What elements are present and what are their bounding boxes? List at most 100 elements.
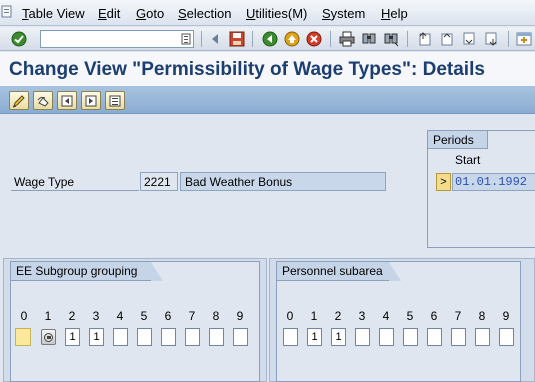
last-page-icon[interactable] bbox=[482, 30, 500, 48]
next-entry-icon[interactable] bbox=[81, 91, 101, 110]
periods-group-title: Periods bbox=[428, 131, 488, 149]
ee-subgroup-checkbox-field[interactable] bbox=[185, 328, 200, 346]
menu-label: ystem bbox=[330, 6, 366, 21]
personnel-subarea-column-label: 3 bbox=[358, 309, 366, 323]
value-help-icon[interactable] bbox=[41, 329, 56, 345]
personnel-subarea-column-label: 9 bbox=[502, 309, 510, 323]
personnel-subarea-column-label: 6 bbox=[430, 309, 438, 323]
menu-label: oto bbox=[146, 6, 165, 21]
personnel-subarea-column-label: 2 bbox=[334, 309, 342, 323]
menu-table-view[interactable]: Table View bbox=[22, 6, 85, 21]
previous-entry-icon[interactable] bbox=[57, 91, 77, 110]
ee-subgroup-checkbox-field[interactable] bbox=[113, 328, 128, 346]
periods-group: Periods Start > 01.01.1992 bbox=[427, 130, 535, 248]
personnel-subarea-checkbox-field[interactable] bbox=[475, 328, 490, 346]
change-display-icon[interactable] bbox=[9, 91, 29, 110]
toolbar-separator bbox=[201, 31, 202, 47]
menu-label: able View bbox=[28, 6, 85, 21]
undo-icon[interactable] bbox=[33, 91, 53, 110]
personnel-subarea-checkbox-field[interactable] bbox=[355, 328, 370, 346]
ee-subgroup-column-label: 9 bbox=[236, 309, 244, 323]
application-toolbar bbox=[0, 86, 535, 114]
personnel-subarea-checkbox-field[interactable] bbox=[379, 328, 394, 346]
menu-bar: Table View Edit Goto Selection Utilities… bbox=[0, 0, 535, 26]
menu-mnemonic: S bbox=[322, 6, 331, 21]
wage-type-label-text: Wage Type bbox=[14, 175, 75, 189]
next-page-icon[interactable] bbox=[460, 30, 478, 48]
menu-help[interactable]: Help bbox=[381, 6, 408, 21]
menu-utilities[interactable]: Utilities(M) bbox=[246, 6, 307, 21]
ee-subgroup-column-label: 3 bbox=[92, 309, 100, 323]
menu-edit[interactable]: Edit bbox=[98, 6, 120, 21]
command-history-icon[interactable] bbox=[181, 33, 191, 48]
personnel-subarea-column-label: 8 bbox=[478, 309, 486, 323]
menu-label: election bbox=[186, 6, 232, 21]
wage-type-description: Bad Weather Bonus bbox=[180, 172, 386, 191]
ee-subgroup-column-label: 2 bbox=[68, 309, 76, 323]
ee-subgroup-column-label: 8 bbox=[212, 309, 220, 323]
menu-selection[interactable]: Selection bbox=[178, 6, 231, 21]
personnel-subarea-checkbox-field[interactable]: 1 bbox=[331, 328, 346, 346]
start-date-field[interactable]: 01.01.1992 bbox=[452, 173, 535, 191]
ee-subgroup-title: EE Subgroup grouping bbox=[11, 262, 163, 281]
personnel-subarea-column-label: 1 bbox=[310, 309, 318, 323]
find-icon[interactable] bbox=[360, 30, 378, 48]
personnel-subarea-column-label: 4 bbox=[382, 309, 390, 323]
personnel-subarea-checkbox-field[interactable] bbox=[451, 328, 466, 346]
new-session-icon[interactable] bbox=[515, 30, 533, 48]
personnel-subarea-checkbox-field[interactable] bbox=[427, 328, 442, 346]
personnel-subarea-checkbox-field[interactable]: 1 bbox=[307, 328, 322, 346]
previous-icon[interactable] bbox=[206, 30, 224, 48]
wage-type-code[interactable]: 2221 bbox=[140, 172, 178, 191]
ee-subgroup-group: EE Subgroup grouping 012345678911 bbox=[10, 261, 260, 382]
ee-subgroup-column-label: 5 bbox=[140, 309, 148, 323]
toolbar-separator bbox=[330, 31, 331, 47]
menu-mnemonic: G bbox=[136, 6, 147, 21]
personnel-subarea-column-label: 5 bbox=[406, 309, 414, 323]
title-bar: Change View "Permissibility of Wage Type… bbox=[0, 52, 535, 86]
personnel-subarea-checkbox-field[interactable] bbox=[403, 328, 418, 346]
find-next-icon[interactable] bbox=[382, 30, 400, 48]
print-icon[interactable] bbox=[338, 30, 356, 48]
previous-page-icon[interactable] bbox=[438, 30, 456, 48]
menu-label: dit bbox=[106, 6, 121, 21]
ee-subgroup-checkbox-field[interactable] bbox=[161, 328, 176, 346]
toolbar-separator bbox=[407, 31, 408, 47]
menu-mnemonic: S bbox=[178, 6, 187, 21]
ee-subgroup-column-label: 6 bbox=[164, 309, 172, 323]
command-field[interactable] bbox=[40, 30, 194, 48]
ee-subgroup-checkbox-field[interactable] bbox=[137, 328, 152, 346]
standard-toolbar bbox=[0, 27, 535, 51]
enter-icon[interactable] bbox=[10, 30, 28, 48]
ee-subgroup-column-label: 4 bbox=[116, 309, 124, 323]
ee-subgroup-column-label: 7 bbox=[188, 309, 196, 323]
personnel-subarea-title: Personnel subarea bbox=[277, 262, 401, 281]
command-input[interactable] bbox=[41, 31, 171, 47]
cancel-icon[interactable] bbox=[305, 30, 323, 48]
ee-subgroup-checkbox-field[interactable] bbox=[209, 328, 224, 346]
first-page-icon[interactable] bbox=[416, 30, 434, 48]
ee-subgroup-column-label: 1 bbox=[44, 309, 52, 323]
personnel-subarea-group: Personnel subarea 012345678911 bbox=[276, 261, 521, 382]
personnel-subarea-checkbox-field[interactable] bbox=[283, 328, 298, 346]
back-icon[interactable] bbox=[261, 30, 279, 48]
ee-subgroup-checkbox-field[interactable]: 1 bbox=[89, 328, 104, 346]
ee-subgroup-checkbox-field[interactable]: 1 bbox=[65, 328, 80, 346]
menu-mnemonic: H bbox=[381, 6, 391, 21]
period-selection-button[interactable]: > bbox=[436, 173, 451, 191]
personnel-subarea-checkbox-field[interactable] bbox=[499, 328, 514, 346]
menu-mnemonic: E bbox=[98, 6, 107, 21]
ee-subgroup-required-field[interactable] bbox=[15, 328, 31, 346]
variable-list-icon[interactable] bbox=[105, 91, 125, 110]
menu-system[interactable]: System bbox=[322, 6, 365, 21]
start-date-label: Start bbox=[455, 153, 481, 167]
menu-goto[interactable]: Goto bbox=[136, 6, 164, 21]
page-title: Change View "Permissibility of Wage Type… bbox=[9, 59, 485, 80]
ee-subgroup-checkbox-field[interactable] bbox=[233, 328, 248, 346]
personnel-subarea-column-label: 0 bbox=[286, 309, 294, 323]
ee-subgroup-column-label: 0 bbox=[20, 309, 28, 323]
sap-menu-icon[interactable] bbox=[0, 4, 16, 22]
menu-label: elp bbox=[390, 6, 408, 21]
exit-icon[interactable] bbox=[283, 30, 301, 48]
save-icon[interactable] bbox=[228, 30, 246, 48]
